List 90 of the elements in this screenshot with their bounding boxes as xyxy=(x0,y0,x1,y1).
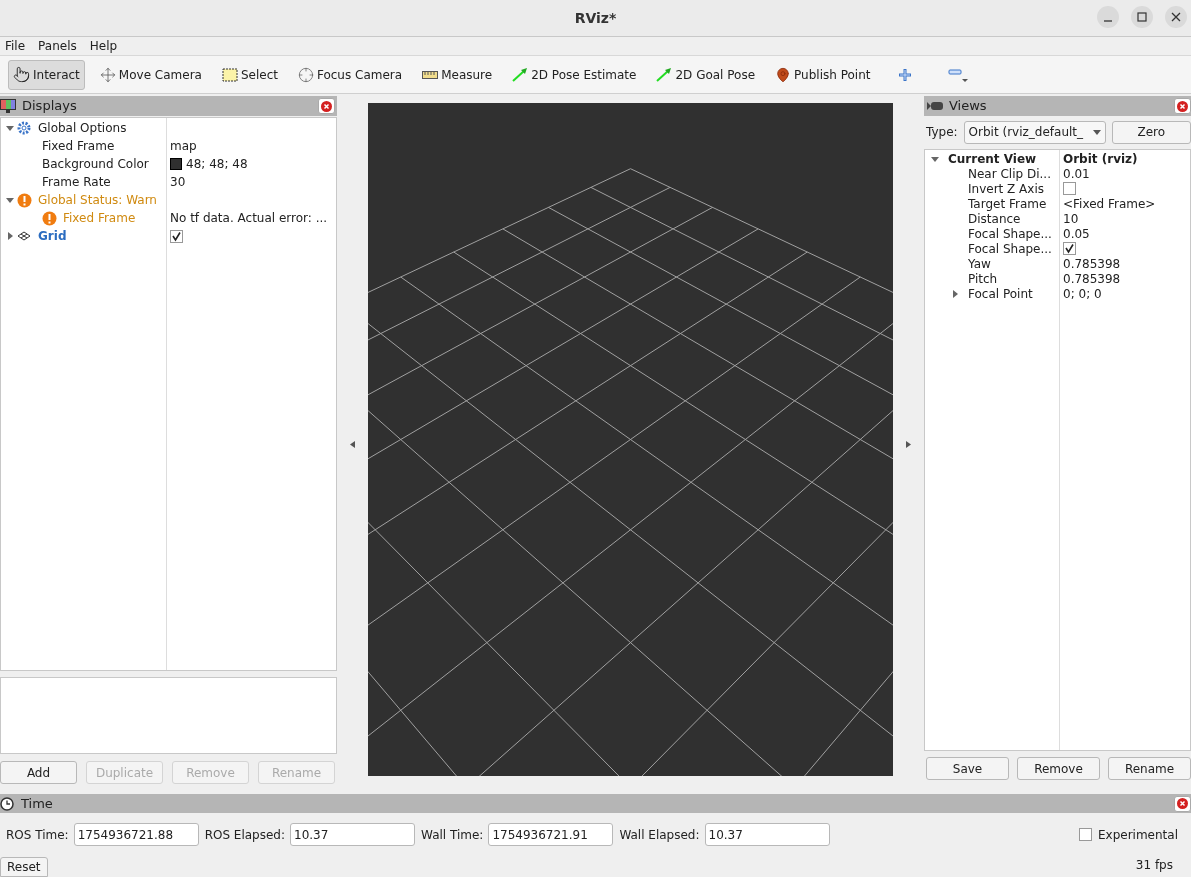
close-panel-button[interactable] xyxy=(318,98,335,114)
zero-button[interactable]: Zero xyxy=(1111,120,1191,144)
warning-icon xyxy=(17,192,32,208)
time-field[interactable]: 10.37 xyxy=(704,823,830,846)
property-value: <Fixed Frame> xyxy=(1063,195,1156,213)
property-value: 48; 48; 48 xyxy=(186,156,248,173)
menu-item[interactable]: File xyxy=(5,37,26,55)
map-pin-icon xyxy=(775,66,792,83)
expand-arrow-icon[interactable] xyxy=(951,289,959,298)
checkbox[interactable] xyxy=(1063,242,1076,255)
tool-button[interactable]: Interact xyxy=(8,59,85,90)
property-value: 0.01 xyxy=(1063,165,1090,183)
property-value: 10 xyxy=(1063,210,1079,228)
panel-button[interactable]: Add xyxy=(0,761,77,784)
panel-title: Time xyxy=(21,794,54,813)
property-name[interactable]: Global Options xyxy=(38,119,127,137)
maximize-button[interactable] xyxy=(1131,6,1153,28)
panel-title: Views xyxy=(949,97,988,116)
tool-button[interactable]: Select xyxy=(216,59,283,90)
tool-button[interactable]: Measure xyxy=(417,59,498,90)
warning-icon xyxy=(42,210,57,226)
move-arrows-icon xyxy=(99,66,116,83)
reset-button[interactable]: Reset xyxy=(0,857,48,877)
property-name[interactable]: Focal Shape... xyxy=(968,224,1052,243)
ruler-icon xyxy=(422,70,439,79)
arrow-icon xyxy=(656,67,673,82)
close-panel-button[interactable] xyxy=(1174,98,1191,114)
tool-button[interactable]: 2D Goal Pose xyxy=(651,59,761,90)
property-value: 0; 0; 0 xyxy=(1063,285,1102,303)
property-value: 0.785398 xyxy=(1063,270,1121,288)
time-field[interactable]: 1754936721.88 xyxy=(73,823,199,846)
minimize-button[interactable] xyxy=(1097,6,1119,28)
time-label: ROS Elapsed: xyxy=(204,826,286,844)
experimental-label: Experimental xyxy=(1097,826,1178,844)
time-label: Wall Time: xyxy=(421,826,484,844)
clock-icon xyxy=(0,796,14,811)
dropdown-arrow-icon xyxy=(1092,129,1101,135)
expand-arrow-icon[interactable] xyxy=(6,232,14,240)
panel-button[interactable]: Rename xyxy=(1108,757,1191,780)
experimental-checkbox[interactable] xyxy=(1078,828,1092,841)
property-value: No tf data. Actual error: ... xyxy=(170,210,328,227)
monitor-icon xyxy=(0,99,16,113)
property-name[interactable]: Grid xyxy=(38,227,67,245)
minimize-icon xyxy=(1103,20,1113,22)
checkbox[interactable] xyxy=(1063,182,1076,195)
maximize-icon xyxy=(1137,12,1147,22)
close-panel-button[interactable] xyxy=(1174,795,1191,812)
fps-counter: 31 fps xyxy=(1135,857,1173,874)
panel-title: Displays xyxy=(22,97,78,116)
property-value: Orbit (rviz) xyxy=(1063,150,1138,168)
gear-icon xyxy=(17,121,31,135)
property-value: 0.05 xyxy=(1063,225,1090,243)
hand-pointer-icon xyxy=(13,66,30,83)
property-value: 30 xyxy=(170,174,186,191)
tool-button[interactable]: Move Camera xyxy=(94,59,207,90)
property-name[interactable]: Fixed Frame xyxy=(42,137,115,155)
camera-icon xyxy=(927,101,943,111)
window-title: RViz* xyxy=(574,8,617,28)
tool-button[interactable]: 2D Pose Estimate xyxy=(507,59,642,90)
collapse-arrow-icon[interactable] xyxy=(6,196,14,204)
plus-icon xyxy=(898,67,913,82)
checkbox[interactable] xyxy=(170,229,183,243)
menu-item[interactable]: Help xyxy=(89,37,118,55)
panel-button[interactable]: Remove xyxy=(1017,757,1100,780)
time-field[interactable]: 1754936721.91 xyxy=(488,823,614,846)
property-name[interactable]: Background Color xyxy=(42,155,149,173)
crosshair-icon xyxy=(297,66,314,83)
tool-button[interactable]: Focus Camera xyxy=(292,59,408,90)
time-label: Wall Elapsed: xyxy=(619,826,700,844)
collapse-arrow-icon[interactable] xyxy=(931,154,939,163)
time-label: ROS Time: xyxy=(6,826,69,844)
panel-button[interactable]: Save xyxy=(926,757,1009,780)
close-button[interactable] xyxy=(1165,6,1187,28)
selection-box-icon xyxy=(221,67,238,82)
menu-item[interactable]: Panels xyxy=(38,37,77,55)
collapse-right-icon[interactable] xyxy=(906,441,911,448)
arrow-icon xyxy=(512,67,529,82)
grid-icon xyxy=(17,231,31,241)
property-value: map xyxy=(170,138,197,155)
property-name[interactable]: Frame Rate xyxy=(42,173,111,191)
minus-icon xyxy=(948,66,969,83)
property-name[interactable]: Target Frame xyxy=(968,194,1047,213)
collapse-left-icon[interactable] xyxy=(350,441,355,448)
close-icon xyxy=(1171,12,1181,22)
type-dropdown[interactable]: Orbit (rviz_default_ xyxy=(963,120,1106,144)
tool-button[interactable]: Publish Point xyxy=(770,59,876,90)
time-field[interactable]: 10.37 xyxy=(290,823,416,846)
type-label: Type: xyxy=(926,124,958,141)
property-value: 0.785398 xyxy=(1063,255,1121,273)
collapse-arrow-icon[interactable] xyxy=(6,124,14,132)
